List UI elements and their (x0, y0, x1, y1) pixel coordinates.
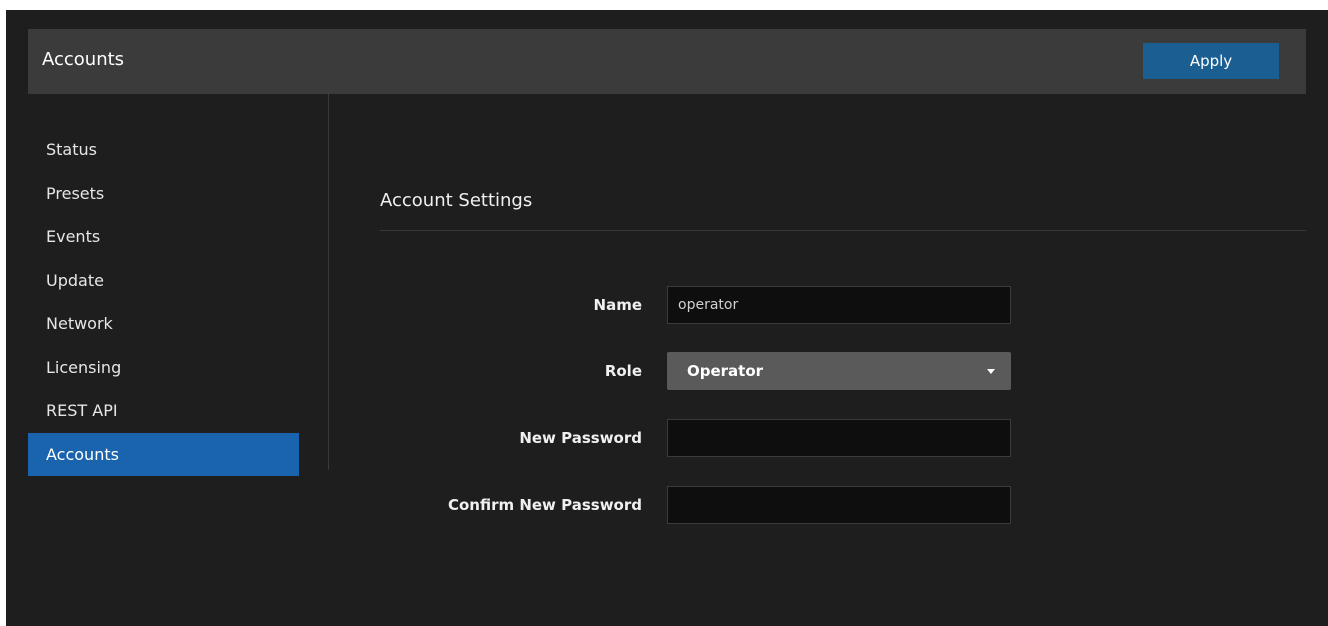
role-selected-value: Operator (687, 362, 764, 380)
name-input[interactable] (667, 286, 1011, 324)
chevron-down-icon (987, 369, 995, 374)
sidebar-item-licensing[interactable]: Licensing (28, 346, 299, 390)
top-strip (0, 0, 1328, 10)
sidebar-item-network[interactable]: Network (28, 302, 299, 346)
name-label: Name (593, 296, 642, 314)
sidebar-item-presets[interactable]: Presets (28, 172, 299, 216)
new-password-input[interactable] (667, 419, 1011, 457)
sidebar: Status Presets Events Update Network Lic… (28, 94, 329, 476)
sidebar-nav: Status Presets Events Update Network Lic… (28, 128, 299, 476)
confirm-password-row: Confirm New Password (380, 486, 1020, 524)
sidebar-item-accounts[interactable]: Accounts (28, 432, 299, 476)
app-window: Accounts Apply Status Presets Events Upd… (6, 10, 1328, 626)
name-row: Name (380, 286, 1020, 324)
sidebar-item-events[interactable]: Events (28, 215, 299, 259)
new-password-row: New Password (380, 419, 1020, 457)
new-password-label: New Password (519, 429, 642, 447)
role-label: Role (604, 362, 642, 380)
sidebar-item-rest-api[interactable]: REST API (28, 389, 299, 433)
sidebar-item-status[interactable]: Status (28, 128, 299, 172)
section-divider (380, 230, 1306, 231)
role-select[interactable]: Operator (667, 352, 1011, 390)
sidebar-item-update[interactable]: Update (28, 259, 299, 303)
apply-button[interactable]: Apply (1143, 43, 1279, 79)
confirm-password-input[interactable] (667, 486, 1011, 524)
role-row: Role Operator (380, 352, 1020, 390)
main-content: Account Settings Name Role Operator New … (380, 94, 1306, 594)
page-header: Accounts Apply (28, 29, 1306, 94)
page-title: Accounts (42, 49, 125, 70)
section-title: Account Settings (380, 190, 533, 211)
confirm-password-label: Confirm New Password (447, 496, 642, 514)
